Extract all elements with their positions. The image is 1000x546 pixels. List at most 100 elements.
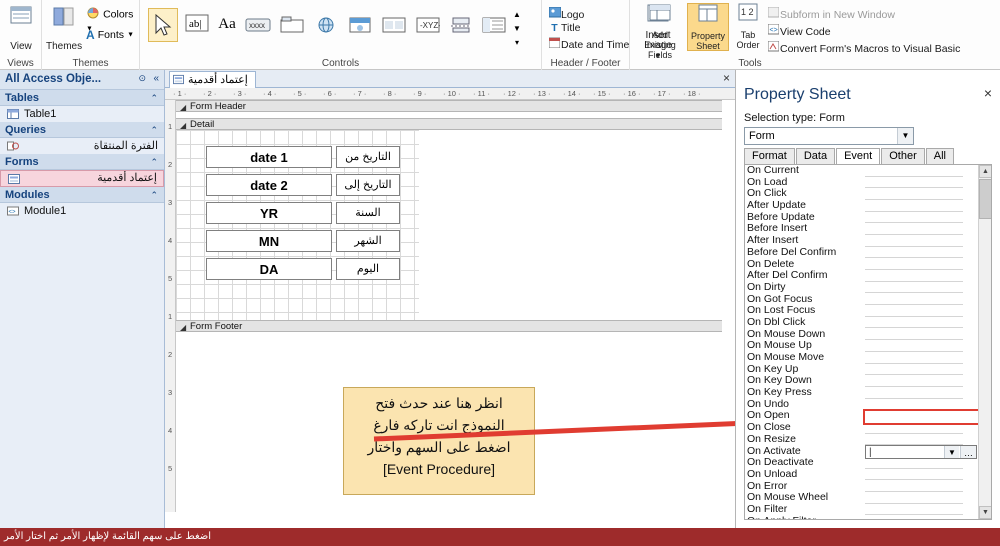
navigation-control-button[interactable] (346, 14, 374, 36)
subform-new-window-button[interactable]: Subform in New Window (767, 6, 895, 22)
chevron-down-icon[interactable]: ▼ (897, 128, 913, 144)
section-form-header[interactable]: ◢ Form Header (176, 100, 722, 112)
property-value[interactable] (865, 387, 963, 399)
property-value[interactable] (865, 434, 963, 446)
property-row[interactable]: Before Insert (745, 223, 977, 235)
property-value[interactable] (865, 516, 963, 519)
scroll-down-button[interactable]: ▼ (979, 506, 991, 519)
property-row[interactable]: On Key Up (745, 364, 977, 376)
property-row[interactable]: On Resize (745, 434, 977, 446)
nav-category-queries[interactable]: Queries ⌃ (0, 122, 164, 138)
property-row[interactable]: On Click (745, 188, 977, 200)
close-icon[interactable]: × (723, 71, 730, 85)
control-mn-value[interactable]: MN (206, 230, 332, 252)
add-existing-fields-button[interactable]: Add Existing Fields (635, 3, 685, 60)
property-value[interactable] (865, 457, 963, 469)
property-value[interactable] (865, 247, 963, 259)
property-value[interactable] (865, 317, 963, 329)
section-form-footer[interactable]: ◢ Form Footer (176, 320, 722, 332)
property-value[interactable] (865, 305, 963, 317)
label-tool-button[interactable]: Aa (214, 14, 240, 36)
property-sheet-button[interactable]: Property Sheet (687, 3, 729, 51)
subform-button[interactable] (480, 14, 508, 36)
sidebar-item-form-selected[interactable]: إعتماد أقدمية (0, 170, 164, 187)
property-row[interactable]: Before Update (745, 212, 977, 224)
property-row[interactable]: On Mouse Wheel (745, 492, 977, 504)
property-value[interactable] (865, 177, 963, 189)
property-row[interactable]: On Dbl Click (745, 317, 977, 329)
property-row[interactable]: On Deactivate (745, 457, 977, 469)
nav-category-modules[interactable]: Modules ⌃ (0, 187, 164, 203)
property-value[interactable] (865, 270, 963, 282)
select-tool-button[interactable] (148, 8, 178, 42)
property-value-editor[interactable]: | ▼… (865, 444, 977, 459)
tab-all[interactable]: All (925, 148, 954, 164)
builder-button[interactable]: … (960, 445, 976, 458)
themes-button[interactable]: Themes (46, 4, 82, 52)
property-value[interactable] (865, 165, 963, 177)
colors-button[interactable]: Colors ▼ (86, 6, 138, 33)
close-icon[interactable]: × (984, 85, 992, 101)
nav-category-tables[interactable]: Tables ⌃ (0, 90, 164, 106)
view-code-button[interactable]: <> View Code (767, 23, 831, 39)
property-row[interactable]: On Mouse Down (745, 329, 977, 341)
property-value[interactable] (865, 200, 963, 212)
property-row[interactable]: On Filter (745, 504, 977, 516)
tab-event[interactable]: Event (836, 148, 881, 164)
tab-data[interactable]: Data (795, 148, 836, 164)
property-row[interactable]: On Apply Filter (745, 516, 977, 519)
property-row[interactable]: On Got Focus (745, 294, 977, 306)
logo-button[interactable]: Logo (548, 6, 584, 22)
tab-form-design[interactable]: إعتماد أقدمية (169, 71, 256, 88)
property-value[interactable] (865, 282, 963, 294)
property-value[interactable] (865, 469, 963, 481)
property-value[interactable] (865, 329, 963, 341)
sidebar-item-table1[interactable]: Table1 (0, 106, 164, 122)
property-row[interactable]: On Load (745, 177, 977, 189)
view-button[interactable]: View (4, 4, 38, 52)
hyperlink-button[interactable] (312, 14, 340, 36)
property-row[interactable]: Before Del Confirm (745, 247, 977, 259)
property-value[interactable] (865, 212, 963, 224)
tab-control-button[interactable] (278, 14, 306, 36)
property-row[interactable]: On Delete (745, 259, 977, 271)
property-value[interactable] (865, 352, 963, 364)
scroll-thumb[interactable] (979, 179, 991, 219)
property-value[interactable] (865, 294, 963, 306)
chart-button[interactable]: -XYZ- (414, 14, 442, 36)
more-controls-button[interactable]: ▲ ▼ ▾ (510, 8, 524, 54)
property-value[interactable] (865, 188, 963, 200)
control-da-label[interactable]: اليوم (336, 258, 400, 280)
textbox-tool-button[interactable]: ab| (184, 14, 210, 36)
control-yr-label[interactable]: السنة (336, 202, 400, 224)
chevron-down-icon[interactable]: ▼ (944, 445, 959, 458)
control-date2-value[interactable]: date 2 (206, 174, 332, 196)
property-value[interactable] (865, 492, 963, 504)
nav-category-forms[interactable]: Forms ⌃ (0, 154, 164, 170)
detail-grid[interactable]: date 1 التاريخ من date 2 التاريخ إلى YR … (176, 130, 722, 320)
property-row[interactable]: On Current (745, 165, 977, 177)
property-value[interactable] (865, 235, 963, 247)
control-date2-label[interactable]: التاريخ إلى (336, 174, 400, 196)
section-detail[interactable]: ◢ Detail (176, 118, 722, 130)
control-date1-label[interactable]: التاريخ من (336, 146, 400, 168)
property-list[interactable]: On Current On Load On Click After Update Bef… (744, 164, 992, 520)
property-value[interactable] (865, 504, 963, 516)
object-selector-combo[interactable]: Form ▼ (744, 127, 914, 145)
scroll-up-button[interactable]: ▲ (979, 165, 991, 178)
page-break-button[interactable] (448, 14, 474, 36)
property-value[interactable] (865, 259, 963, 270)
property-value[interactable] (865, 481, 963, 493)
title-button[interactable]: T Title (548, 22, 580, 35)
control-da-value[interactable]: DA (206, 258, 332, 280)
property-row[interactable]: On Mouse Up (745, 340, 977, 352)
date-time-button[interactable]: Date and Time (548, 37, 629, 52)
property-row[interactable]: After Del Confirm (745, 270, 977, 282)
property-row[interactable]: On Key Press (745, 387, 977, 399)
double-chevron-left-icon[interactable]: « (153, 73, 159, 84)
dropdown-icon[interactable]: ⊙ (138, 73, 146, 84)
property-row[interactable]: After Update (745, 200, 977, 212)
tab-format[interactable]: Format (744, 148, 795, 164)
control-date1-value[interactable]: date 1 (206, 146, 332, 168)
navigation-pane-header[interactable]: All Access Obje... ⊙ « (0, 70, 164, 90)
